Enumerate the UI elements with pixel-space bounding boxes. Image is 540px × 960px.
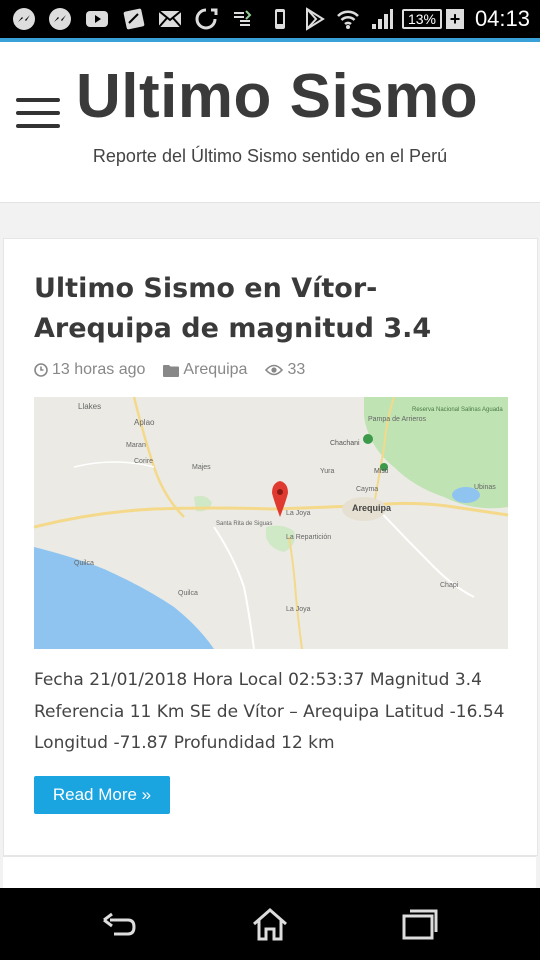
home-icon[interactable] xyxy=(250,906,290,942)
earthquake-map[interactable]: Llakes Aplao Maran Corire Majes Pampa de… xyxy=(34,397,508,649)
mail-icon xyxy=(158,10,182,28)
map-label-chapi: Chapi xyxy=(440,582,459,589)
map-label-chachani: Chachani xyxy=(330,440,360,447)
article-title[interactable]: Ultimo Sismo en Vítor-Arequipa de magnit… xyxy=(34,269,514,349)
status-time: 04:13 xyxy=(474,6,530,31)
map-label-aplao: Aplao xyxy=(134,418,155,427)
map-label-ubinas: Ubinas xyxy=(474,484,496,491)
recent-apps-icon[interactable] xyxy=(400,906,440,942)
status-bar: 13% + 04:13 xyxy=(0,0,540,38)
meta-time-text: 13 horas ago xyxy=(52,361,146,378)
map-label-la-reparticion: La Repartición xyxy=(286,534,331,541)
site-header: Ultimo Sismo Reporte del Último Sismo se… xyxy=(0,42,540,203)
battery-icon: 13% xyxy=(402,9,442,29)
data-transfer-icon xyxy=(234,10,252,26)
map-graphic: Llakes Aplao Maran Corire Majes Pampa de… xyxy=(34,397,508,649)
sync-icon xyxy=(195,8,218,30)
map-label-pampa: Pampa de Arrieros xyxy=(368,416,426,423)
wifi-icon xyxy=(337,10,359,29)
android-nav-bar xyxy=(0,888,540,960)
sketch-app-icon xyxy=(123,8,145,30)
map-label-maran: Maran xyxy=(126,442,146,449)
meta-category[interactable]: Arequipa xyxy=(163,361,247,379)
eye-icon xyxy=(265,364,284,376)
menu-icon[interactable] xyxy=(16,98,60,130)
folder-icon xyxy=(163,364,180,377)
map-label-quilca-coast: Quilca xyxy=(178,590,198,597)
meta-time: 13 horas ago xyxy=(34,361,145,379)
map-label-arequipa: Arequipa xyxy=(352,503,392,513)
map-label-misti: Misti xyxy=(374,468,389,475)
site-title[interactable]: Ultimo Sismo xyxy=(76,66,478,128)
read-more-button[interactable]: Read More » xyxy=(34,776,170,814)
youtube-icon xyxy=(86,11,108,27)
map-label-la-joya-south: La Joya xyxy=(286,606,311,613)
back-icon[interactable] xyxy=(100,906,140,942)
site-tagline: Reporte del Último Sismo sentido en el P… xyxy=(92,146,448,166)
map-label-la-joya: La Joya xyxy=(286,510,311,517)
charging-plus-icon: + xyxy=(446,9,464,29)
map-label-majes: Majes xyxy=(192,464,211,471)
article-card: Ultimo Sismo en Vítor-Arequipa de magnit… xyxy=(3,238,538,856)
phone-icon xyxy=(275,9,285,29)
map-label-santa-rita: Santa Rita de Siguas xyxy=(216,521,272,527)
map-label-corire: Corire xyxy=(134,458,153,465)
battery-level: 13% xyxy=(407,11,437,27)
messenger-icon xyxy=(13,8,35,30)
meta-views: 33 xyxy=(265,361,305,379)
meta-views-text: 33 xyxy=(287,361,306,378)
map-label-yura: Yura xyxy=(320,468,335,475)
article-meta: 13 horas ago Arequipa 33 xyxy=(34,361,323,379)
map-label-llakes: Llakes xyxy=(78,402,101,411)
messenger-icon xyxy=(49,8,71,30)
map-label-reserva: Reserva Nacional Salinas Aguada xyxy=(412,407,503,413)
article-excerpt: Fecha 21/01/2018 Hora Local 02:53:37 Mag… xyxy=(34,670,505,753)
play-store-icon xyxy=(306,7,325,31)
meta-category-text[interactable]: Arequipa xyxy=(183,361,247,379)
map-label-quilca: Quilca xyxy=(74,560,94,567)
signal-icon xyxy=(372,9,393,29)
map-label-cayma: Cayma xyxy=(356,486,378,493)
clock-icon xyxy=(34,363,48,377)
